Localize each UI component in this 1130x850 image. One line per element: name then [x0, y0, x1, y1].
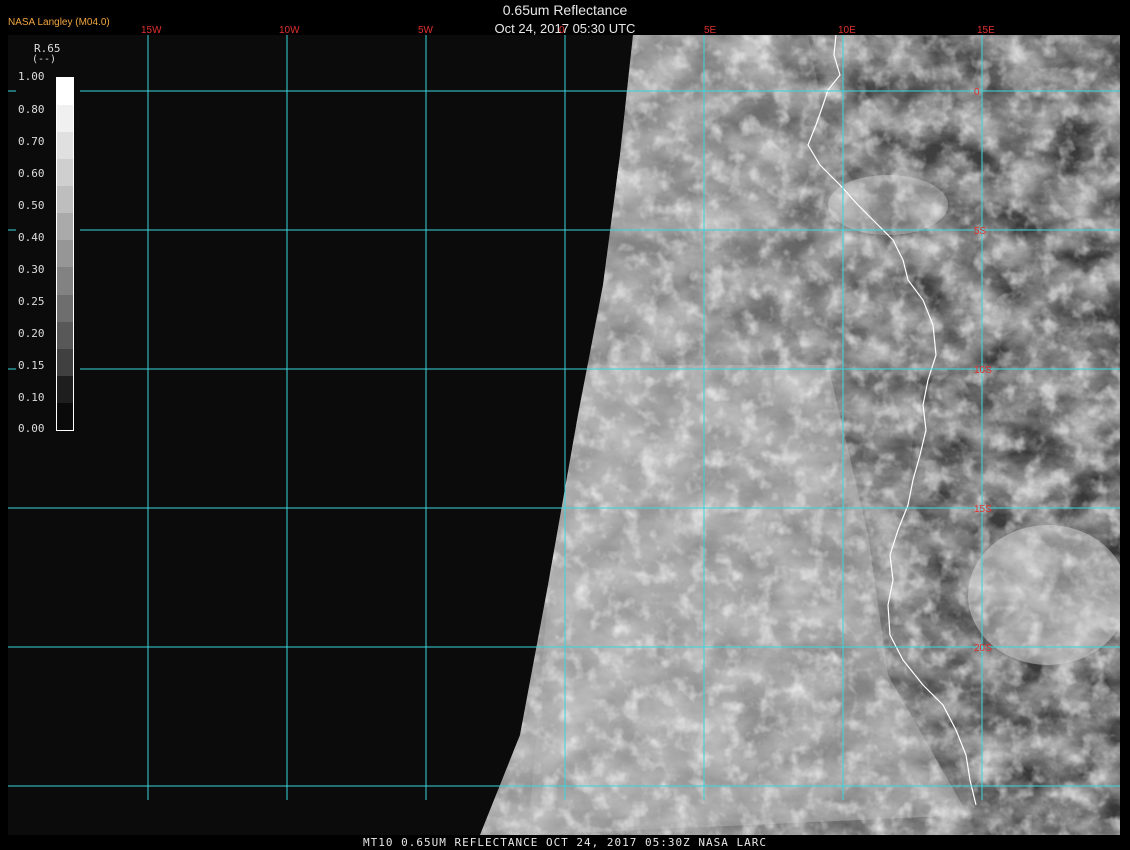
legend-swatch	[57, 186, 73, 214]
legend-swatch	[57, 132, 73, 160]
legend-units: (--)	[32, 54, 57, 65]
legend-tick-label: 0.60	[18, 167, 45, 180]
legend-swatch	[57, 402, 73, 430]
satellite-map: 15W 0 5S 10S 15S 20S	[8, 35, 1120, 835]
lat-label-10s: 10S	[974, 365, 992, 376]
legend-color-scale	[56, 77, 74, 431]
legend-tick-label: 0.50	[18, 199, 45, 212]
satellite-image-frame: 0.65um Reflectance Oct 24, 2017 05:30 UT…	[0, 0, 1130, 850]
longitude-label-strip: 15W 10W 5W 0 5E 10E 15E	[141, 25, 995, 36]
lon-label-0: 0	[559, 25, 565, 36]
reflectance-legend: R.65 (--) 1.00 0.80 0.70 0.60 0.50 0.40 0.30 0.…	[16, 40, 80, 442]
legend-tick-label: 0.30	[18, 263, 45, 276]
lat-label-0: 0	[974, 87, 980, 98]
legend-tick-label: 0.15	[18, 359, 45, 372]
lat-label-5s: 5S	[974, 226, 987, 237]
legend-swatch	[57, 240, 73, 268]
legend-swatch	[57, 321, 73, 349]
map-panel: 15W 0 5S 10S 15S 20S	[8, 35, 1120, 835]
legend-tick-label: 0.40	[18, 231, 45, 244]
legend-tick-label: 0.70	[18, 135, 45, 148]
satellite-swath	[480, 35, 1120, 835]
legend-tick-label: 0.10	[18, 391, 45, 404]
legend-swatch	[57, 213, 73, 241]
image-caption: MT10 0.65UM REFLECTANCE OCT 24, 2017 05:…	[363, 836, 767, 849]
lat-label-15s: 15S	[974, 504, 992, 515]
lon-label-15w: 15W	[141, 25, 162, 36]
lon-label-5e: 5E	[704, 25, 717, 36]
legend-swatch	[57, 159, 73, 187]
legend-tick-label: 0.00	[18, 422, 45, 435]
legend-tick-label: 1.00	[18, 70, 45, 83]
legend-swatch	[57, 267, 73, 295]
legend-tick-label: 0.25	[18, 295, 45, 308]
lon-label-5w: 5W	[418, 25, 434, 36]
lat-label-20s: 20S	[974, 643, 992, 654]
legend-swatch	[57, 348, 73, 376]
lon-label-10w: 10W	[279, 25, 300, 36]
legend-tick-label: 0.20	[18, 327, 45, 340]
lon-label-15e: 15E	[977, 25, 995, 36]
lon-label-10e: 10E	[838, 25, 856, 36]
legend-swatch	[57, 105, 73, 133]
legend-tick-label: 0.80	[18, 103, 45, 116]
legend-swatch	[57, 78, 73, 106]
legend-swatch	[57, 375, 73, 403]
legend-swatch	[57, 294, 73, 322]
